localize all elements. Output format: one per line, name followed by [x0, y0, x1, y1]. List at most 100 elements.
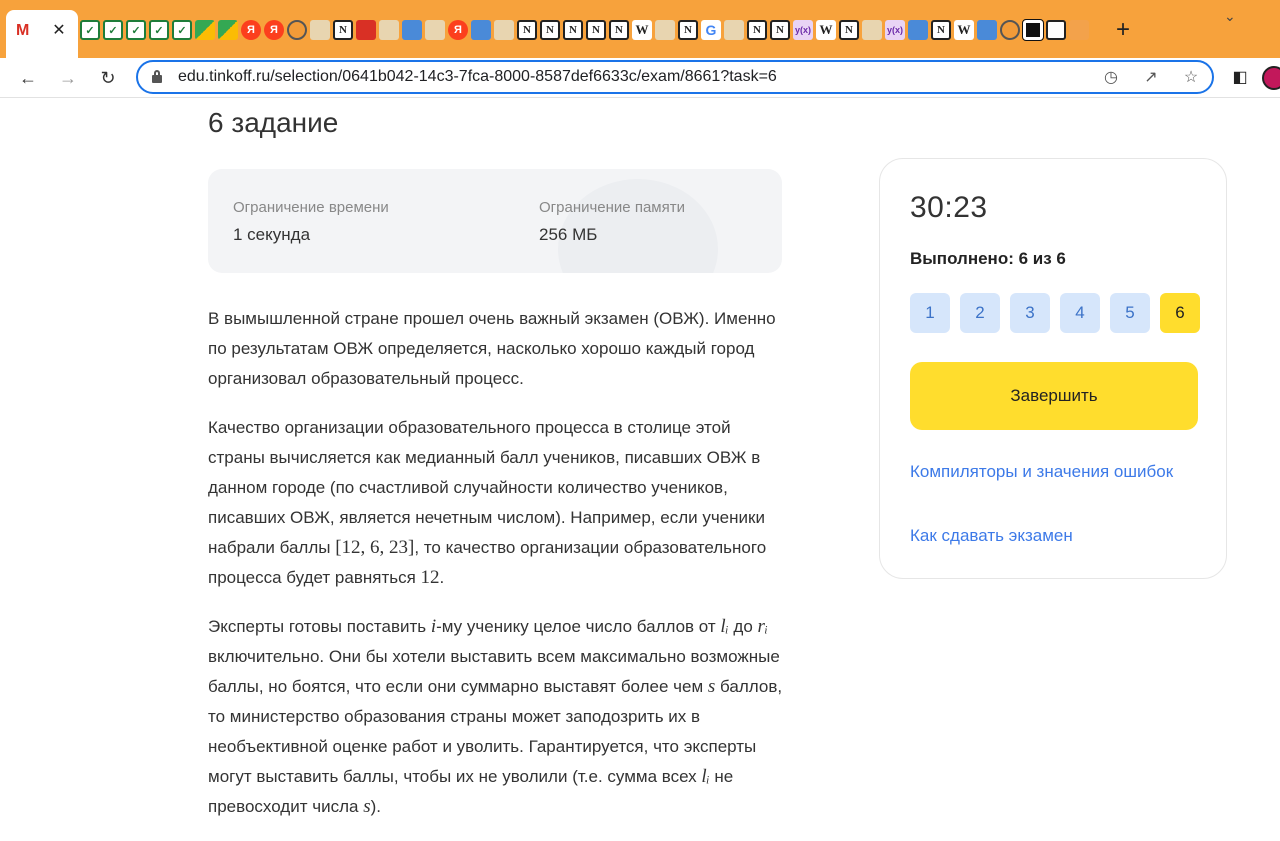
task-number-button[interactable]: 2 — [960, 293, 1000, 333]
task-number-button[interactable]: 6 — [1160, 293, 1200, 333]
wikipedia-tab-icon[interactable]: W — [816, 20, 836, 40]
checkbox-tab-icon[interactable]: ✓ — [103, 20, 123, 40]
yandex-tab-icon[interactable]: Я — [264, 20, 284, 40]
checkbox-tab-icon[interactable]: ✓ — [149, 20, 169, 40]
avatar-tab-icon[interactable] — [379, 20, 399, 40]
compilers-link[interactable]: Компиляторы и значения ошибок — [910, 460, 1200, 484]
bookmark-star-icon[interactable]: ☆ — [1180, 67, 1202, 89]
tab-strip: M ✕ ✓ ✓ ✓ ✓ ✓ Я Я N Я N N N N N W N G N Ny(x) W Ny(x) N W + ⌄ — [0, 0, 1280, 58]
app-tab-icon[interactable] — [1022, 19, 1044, 41]
time-limit-value: 1 секунда — [233, 225, 311, 244]
statement-text: Качество организации образовательного пр… — [208, 418, 765, 557]
statement-text: . — [439, 568, 445, 587]
task-number-button[interactable]: 4 — [1060, 293, 1100, 333]
browser-toolbar: ← → ↻ edu.tinkoff.ru/selection/0641b042-… — [0, 58, 1280, 98]
statement-paragraph: Качество организации образовательного пр… — [208, 413, 788, 593]
back-icon[interactable]: ← — [14, 64, 42, 92]
image-tab-icon[interactable] — [977, 20, 997, 40]
wikipedia-tab-icon[interactable]: W — [954, 20, 974, 40]
finish-exam-button[interactable]: Завершить — [910, 362, 1198, 430]
drive-tab-icon[interactable] — [195, 20, 215, 40]
yandex-tab-icon[interactable]: Я — [241, 20, 261, 40]
math-inline: lᵢ — [720, 616, 729, 637]
avatar-tab-icon[interactable] — [310, 20, 330, 40]
google-tab-icon[interactable]: G — [701, 20, 721, 40]
forward-icon[interactable]: → — [54, 64, 82, 92]
statement-text: Эксперты готовы поставить — [208, 617, 431, 636]
close-tab-icon[interactable]: ✕ — [48, 20, 70, 42]
tab-search-icon[interactable]: ⌄ — [1224, 8, 1236, 25]
limits-panel: Ограничение времени 1 секунда Ограничени… — [208, 169, 782, 273]
notion-tab-icon[interactable]: N — [517, 20, 537, 40]
lock-icon[interactable] — [152, 70, 162, 83]
formula-tab-icon[interactable]: y(x) — [885, 20, 905, 40]
url-text[interactable]: edu.tinkoff.ru/selection/0641b042-14c3-7… — [178, 68, 777, 86]
memory-limit-label: Ограничение памяти — [539, 199, 685, 216]
image-tab-icon[interactable] — [908, 20, 928, 40]
statement-text: -му ученику целое число баллов от — [436, 617, 721, 636]
exam-timer: 30:23 — [910, 191, 988, 224]
how-to-exam-link[interactable]: Как сдавать экзамен — [910, 524, 1200, 548]
progress-text: Выполнено: 6 из 6 — [910, 249, 1066, 268]
image-tab-icon[interactable] — [471, 20, 491, 40]
task-number-button[interactable]: 5 — [1110, 293, 1150, 333]
share-icon[interactable]: ↗ — [1140, 67, 1162, 89]
square-tab-icon[interactable] — [1046, 20, 1066, 40]
notion-tab-icon[interactable]: N — [563, 20, 583, 40]
statement-text: до — [728, 617, 758, 636]
notion-tab-icon[interactable]: N — [586, 20, 606, 40]
notion-tab-icon[interactable]: N — [609, 20, 629, 40]
wikipedia-tab-icon[interactable]: W — [632, 20, 652, 40]
memory-limit-value: 256 МБ — [539, 225, 598, 244]
exam-sidebar-card: 30:23 Выполнено: 6 из 6 123456 Завершить… — [879, 158, 1227, 579]
avatar-tab-icon[interactable] — [655, 20, 675, 40]
statement-paragraph: В вымышленной стране прошел очень важный… — [208, 309, 776, 388]
avatar-tab-icon[interactable] — [862, 20, 882, 40]
reload-icon[interactable]: ↻ — [94, 64, 122, 92]
new-tab-button[interactable]: + — [1116, 18, 1140, 42]
formula-tab-icon[interactable]: y(x) — [793, 20, 813, 40]
notion-tab-icon[interactable]: N — [931, 20, 951, 40]
image-tab-icon[interactable] — [402, 20, 422, 40]
math-inline: lᵢ — [701, 766, 710, 787]
task-navigation: 123456 — [910, 293, 1200, 333]
drive-tab-icon[interactable] — [218, 20, 238, 40]
notion-tab-icon[interactable]: N — [678, 20, 698, 40]
math-inline: 12 — [420, 567, 440, 588]
boxing-tab-icon[interactable] — [356, 20, 376, 40]
notion-tab-icon[interactable]: N — [747, 20, 767, 40]
task-number-button[interactable]: 3 — [1010, 293, 1050, 333]
problem-statement: В вымышленной стране прошел очень важный… — [208, 304, 788, 841]
yandex-tab-icon[interactable]: Я — [448, 20, 468, 40]
notion-tab-icon[interactable]: N — [333, 20, 353, 40]
globe-tab-icon[interactable] — [287, 20, 307, 40]
address-bar[interactable]: edu.tinkoff.ru/selection/0641b042-14c3-7… — [136, 60, 1214, 94]
checkbox-tab-icon[interactable]: ✓ — [126, 20, 146, 40]
math-inline: [12, 6, 23] — [335, 537, 415, 558]
stackoverflow-tab-icon[interactable] — [1069, 20, 1089, 40]
side-panel-icon[interactable]: ◧ — [1228, 66, 1252, 90]
globe-tab-icon[interactable] — [1000, 20, 1020, 40]
page-title: 6 задание — [208, 107, 339, 138]
notion-tab-icon[interactable]: N — [770, 20, 790, 40]
avatar-tab-icon[interactable] — [425, 20, 445, 40]
memory-limit: Ограничение памяти 256 МБ — [539, 199, 685, 245]
active-tab[interactable]: M ✕ — [6, 10, 78, 58]
math-inline: s — [363, 796, 371, 817]
checkbox-tab-icon[interactable]: ✓ — [80, 20, 100, 40]
statement-text: включительно. Они бы хотели выставить вс… — [208, 647, 780, 696]
notion-tab-icon[interactable]: N — [540, 20, 560, 40]
time-limit: Ограничение времени 1 секунда — [233, 199, 389, 245]
checkbox-tab-icon[interactable]: ✓ — [172, 20, 192, 40]
task-number-button[interactable]: 1 — [910, 293, 950, 333]
pinned-tabs: ✓ ✓ ✓ ✓ ✓ Я Я N Я N N N N N W N G N Ny(x) W Ny(x) N W — [80, 19, 1089, 42]
avatar-tab-icon[interactable] — [724, 20, 744, 40]
gmail-icon: M — [16, 22, 30, 39]
avatar-tab-icon[interactable] — [494, 20, 514, 40]
performance-icon[interactable]: ◷ — [1100, 67, 1122, 89]
statement-text: ). — [370, 797, 381, 816]
page-content: 6 задание Ограничение времени 1 секунда … — [0, 99, 1280, 840]
statement-paragraph: Эксперты готовы поставить i-му ученику ц… — [208, 612, 788, 822]
notion-tab-icon[interactable]: N — [839, 20, 859, 40]
profile-avatar[interactable] — [1262, 66, 1280, 90]
